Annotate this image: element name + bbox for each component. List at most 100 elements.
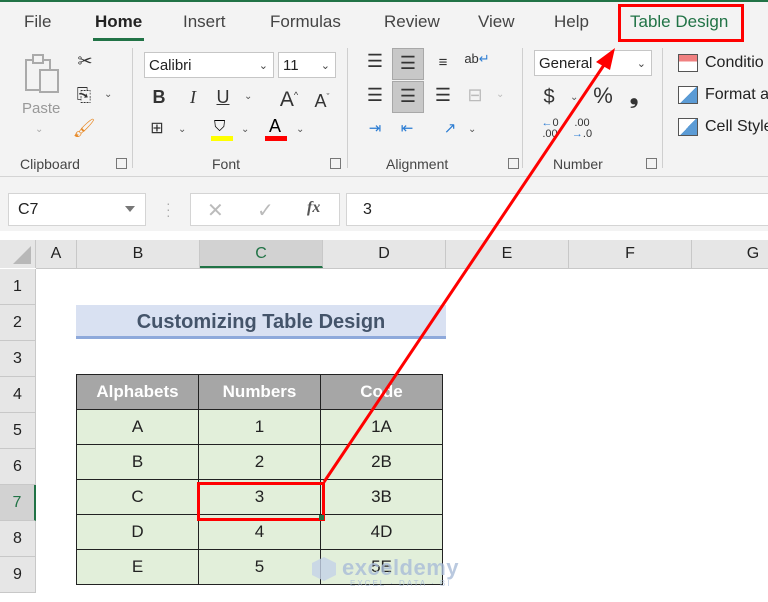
grow-font-button[interactable]: A^	[278, 84, 300, 111]
row-header-8[interactable]: 8	[0, 521, 36, 557]
clipboard-launcher-icon[interactable]	[116, 158, 127, 169]
fill-color-button[interactable]: ⛉	[211, 118, 233, 142]
column-header-g[interactable]: G	[692, 240, 768, 268]
tab-insert[interactable]: Insert	[183, 12, 226, 32]
table-cell[interactable]: 3B	[320, 479, 443, 515]
font-launcher-icon[interactable]	[330, 158, 341, 169]
row-header-4[interactable]: 4	[0, 377, 36, 413]
row-header-3[interactable]: 3	[0, 341, 36, 377]
italic-button[interactable]: I	[184, 86, 202, 108]
name-box[interactable]: C7	[8, 193, 146, 226]
bold-button[interactable]: B	[150, 86, 168, 108]
tab-formulas[interactable]: Formulas	[270, 12, 341, 32]
copy-dropdown-icon[interactable]: ⌄	[104, 89, 112, 100]
borders-dropdown-icon[interactable]: ⌄	[178, 124, 186, 135]
table-cell[interactable]: A	[76, 409, 199, 445]
underline-dropdown-icon[interactable]: ⌄	[244, 91, 252, 102]
tab-home[interactable]: Home	[92, 12, 145, 41]
comma-style-button[interactable]: ❟	[626, 85, 642, 107]
bottom-align-icon[interactable]: ≡	[432, 52, 454, 74]
table-cell[interactable]: 2	[198, 444, 321, 480]
header-code[interactable]: Code	[320, 374, 443, 410]
conditional-formatting-button[interactable]: Conditio	[678, 52, 768, 74]
insert-function-icon[interactable]: fx	[307, 199, 320, 217]
alignment-launcher-icon[interactable]	[508, 158, 519, 169]
font-name-select[interactable]: Calibri ⌄	[144, 52, 274, 78]
row-header-9[interactable]: 9	[0, 557, 36, 593]
currency-button[interactable]: $	[540, 86, 558, 108]
column-header-c[interactable]: C	[200, 240, 323, 268]
table-cell[interactable]: 4D	[320, 514, 443, 550]
outdent-icon[interactable]: ⇤	[396, 118, 418, 140]
number-format-select[interactable]: General ⌄	[534, 50, 652, 76]
currency-dropdown-icon[interactable]: ⌄	[570, 92, 578, 103]
copy-icon[interactable]: ⎘	[72, 84, 96, 106]
fill-handle[interactable]	[319, 515, 324, 520]
table-cell[interactable]: D	[76, 514, 199, 550]
row-header-1[interactable]: 1	[0, 269, 36, 305]
fill-dropdown-icon[interactable]: ⌄	[241, 124, 249, 135]
tab-help[interactable]: Help	[554, 12, 589, 32]
tab-review[interactable]: Review	[384, 12, 440, 32]
format-as-table-button[interactable]: Format a	[678, 84, 768, 106]
percent-button[interactable]: %	[590, 85, 616, 107]
cancel-icon[interactable]: ✕	[207, 198, 224, 223]
column-header-f[interactable]: F	[569, 240, 692, 268]
cell-styles-button[interactable]: Cell Style	[678, 116, 768, 138]
format-as-table-icon	[678, 86, 698, 104]
font-name-value: Calibri	[149, 57, 192, 74]
align-right-icon[interactable]: ☰	[432, 84, 454, 106]
merge-center-icon[interactable]: ⊟	[464, 84, 486, 106]
merge-dropdown-icon[interactable]: ⌄	[496, 89, 504, 100]
table-cell[interactable]: 1A	[320, 409, 443, 445]
orientation-dropdown-icon[interactable]: ⌄	[468, 124, 476, 135]
tab-view[interactable]: View	[478, 12, 515, 32]
table-cell[interactable]: 5	[198, 549, 321, 585]
table-cell[interactable]: E	[76, 549, 199, 585]
column-header-d[interactable]: D	[323, 240, 446, 268]
enter-check-icon[interactable]: ✓	[257, 198, 274, 223]
table-cell[interactable]: 1	[198, 409, 321, 445]
shrink-font-button[interactable]: Aˇ	[312, 86, 332, 112]
tab-file[interactable]: File	[24, 12, 51, 32]
align-left-icon[interactable]: ☰	[364, 84, 386, 106]
cut-icon[interactable]: ✂	[74, 50, 96, 72]
middle-align-button[interactable]: ☰	[392, 48, 424, 80]
column-header-e[interactable]: E	[446, 240, 569, 268]
increase-decimal-button[interactable]: ←0.00	[538, 118, 562, 140]
font-color-button[interactable]: A	[265, 116, 287, 142]
orientation-icon[interactable]: ↗	[438, 118, 462, 140]
center-align-button[interactable]: ☰	[392, 81, 424, 113]
underline-button[interactable]: U	[214, 86, 232, 108]
header-numbers[interactable]: Numbers	[198, 374, 321, 410]
row-header-6[interactable]: 6	[0, 449, 36, 485]
row-header-5[interactable]: 5	[0, 413, 36, 449]
row-header-2[interactable]: 2	[0, 305, 36, 341]
formula-controls: ✕ ✓ fx	[190, 193, 340, 226]
table-cell[interactable]: C	[76, 479, 199, 515]
formula-input[interactable]: 3	[346, 193, 768, 226]
table-header-row: Alphabets Numbers Code	[76, 374, 443, 410]
drag-handle-icon[interactable]: · · ·	[166, 196, 171, 222]
number-launcher-icon[interactable]	[646, 158, 657, 169]
paste-button[interactable]	[22, 52, 62, 94]
table-cell[interactable]: B	[76, 444, 199, 480]
name-box-dropdown-icon[interactable]	[125, 206, 135, 212]
top-align-icon[interactable]: ☰	[364, 50, 386, 72]
table-cell[interactable]: 2B	[320, 444, 443, 480]
paste-dropdown-icon[interactable]: ⌄	[35, 124, 43, 135]
indent-icon[interactable]: ⇥	[364, 118, 386, 140]
select-all-button[interactable]	[0, 240, 36, 268]
borders-icon[interactable]: ⊞	[146, 118, 168, 140]
alignment-group-label: Alignment	[386, 156, 449, 172]
row-header-7[interactable]: 7	[0, 485, 36, 521]
column-header-b[interactable]: B	[77, 240, 200, 268]
header-alphabets[interactable]: Alphabets	[76, 374, 199, 410]
format-painter-icon[interactable]: 🖌	[72, 117, 96, 139]
font-color-dropdown-icon[interactable]: ⌄	[296, 124, 304, 135]
decrease-decimal-button[interactable]: .00 →.0	[570, 118, 594, 140]
sheet-title-cell[interactable]: Customizing Table Design	[76, 305, 446, 339]
column-header-a[interactable]: A	[36, 240, 77, 268]
font-size-select[interactable]: 11 ⌄	[278, 52, 336, 78]
wrap-text-icon[interactable]: ab↵	[464, 48, 490, 70]
